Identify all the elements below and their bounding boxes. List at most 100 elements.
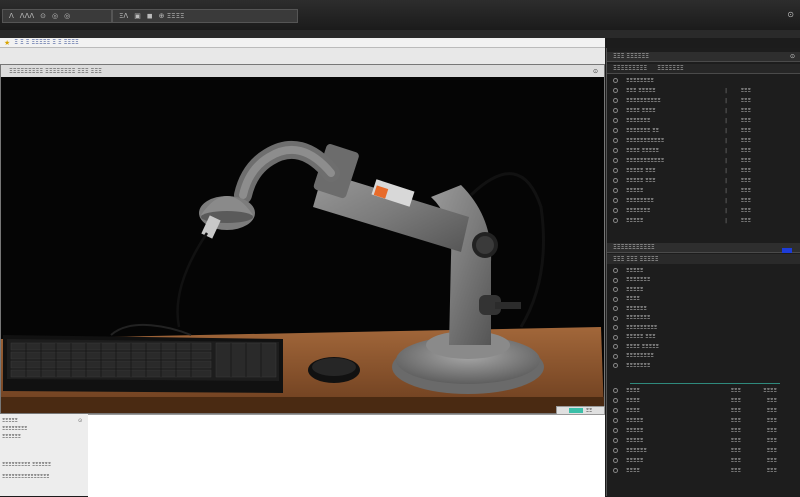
item-v1: |: [725, 187, 727, 194]
visibility-icon[interactable]: [613, 188, 618, 193]
list-item[interactable]: ΞΞΞΞΞΞ: [613, 304, 797, 313]
list-item[interactable]: ΞΞΞΞΞ | ΞΞΞ: [613, 216, 797, 225]
visibility-icon[interactable]: [613, 428, 618, 433]
visibility-icon[interactable]: [613, 128, 618, 133]
list-item[interactable]: ΞΞΞΞΞΞΞ: [613, 314, 797, 323]
toolbar-icon-6[interactable]: ΞΛ: [119, 12, 128, 20]
toolbar-icon-2[interactable]: ΛΛΛ: [20, 12, 34, 20]
list-item[interactable]: ΞΞΞΞΞΞΞΞ: [613, 76, 797, 85]
list-item[interactable]: ΞΞΞΞΞΞΞΞ: [613, 352, 797, 361]
panel-close-icon[interactable]: ⊙: [78, 418, 82, 424]
visibility-icon[interactable]: [613, 353, 618, 359]
list-item[interactable]: ΞΞΞΞΞΞΞ | ΞΞΞ: [613, 116, 797, 125]
toolbar-icon-3[interactable]: ⊙: [40, 12, 46, 20]
visibility-icon[interactable]: [613, 363, 618, 368]
list-item[interactable]: ΞΞΞΞ ΞΞΞΞΞ | ΞΞΞ: [613, 146, 797, 155]
list-item[interactable]: ΞΞΞ ΞΞΞΞΞ | ΞΞΞ: [613, 86, 797, 95]
item-v1: |: [725, 97, 727, 104]
list-item[interactable]: ΞΞΞΞΞ: [613, 285, 797, 294]
visibility-icon[interactable]: [613, 138, 618, 143]
right-panel: ΞΞΞ ΞΞΞΞΞΞ ⊙ ΞΞΞΞΞΞΞΞΞ ΞΞΞΞΞΞΞ ΞΞΞΞΞΞΞΞ Ξ…: [606, 48, 800, 496]
visibility-icon[interactable]: [613, 78, 618, 83]
toolbar-icon-4[interactable]: ◎: [52, 12, 58, 20]
visibility-icon[interactable]: [613, 438, 618, 443]
list-item[interactable]: ΞΞΞΞΞΞΞ ΞΞ | ΞΞΞ: [613, 126, 797, 135]
visibility-icon[interactable]: [613, 448, 618, 453]
list-item[interactable]: ΞΞΞΞΞΞΞΞΞΞΞ: [613, 386, 797, 395]
visibility-icon[interactable]: [613, 408, 618, 413]
item-v2: ΞΞΞ: [730, 427, 741, 434]
visibility-icon[interactable]: [613, 148, 618, 153]
visibility-icon[interactable]: [613, 458, 618, 463]
list-item[interactable]: ΞΞΞΞ ΞΞΞ ΞΞΞ: [613, 406, 797, 415]
list-item[interactable]: ΞΞΞΞΞΞΞ: [613, 276, 797, 285]
list-item[interactable]: ΞΞΞΞΞΞΞΞΞ: [613, 323, 797, 332]
toolbar-icon-8[interactable]: ◼: [147, 12, 153, 20]
list-item[interactable]: ΞΞΞΞΞΞΞ | ΞΞΞ: [613, 206, 797, 215]
visibility-icon[interactable]: [613, 268, 618, 273]
visibility-icon[interactable]: [613, 198, 618, 203]
visibility-icon[interactable]: [613, 398, 618, 403]
star-icon[interactable]: ★: [4, 39, 10, 47]
viewport[interactable]: ΞΞΞΞΞΞΞΞΞ ΞΞΞΞΞΞΞΞ ΞΞΞ ΞΞΞ ⊙: [0, 64, 605, 414]
outliner-col-2: ΞΞΞΞΞΞΞ: [657, 65, 684, 72]
list-item[interactable]: ΞΞΞΞΞ: [613, 266, 797, 275]
visibility-icon[interactable]: [613, 178, 618, 183]
list-item[interactable]: ΞΞΞΞ ΞΞΞ ΞΞΞ: [613, 466, 797, 475]
list-item[interactable]: ΞΞΞΞΞ ΞΞΞ | ΞΞΞ: [613, 166, 797, 175]
toolbar-icon-5[interactable]: ◎: [64, 12, 70, 20]
visibility-icon[interactable]: [613, 118, 618, 123]
item-name: ΞΞΞΞΞΞ: [626, 305, 647, 312]
toolbar-icon-9[interactable]: ⊕ ΞΞΞΞ: [159, 12, 185, 20]
properties-title: ΞΞΞΞΞΞΞΞΞΞΞ: [613, 244, 655, 251]
visibility-icon[interactable]: [613, 388, 618, 393]
visibility-icon[interactable]: [613, 306, 618, 311]
visibility-icon[interactable]: [613, 315, 618, 321]
list-item[interactable]: ΞΞΞΞΞ | ΞΞΞ: [613, 186, 797, 195]
item-v1: |: [725, 197, 727, 204]
item-v2: ΞΞΞ: [740, 117, 751, 124]
visibility-icon[interactable]: [613, 325, 618, 330]
address-bar[interactable]: ★ Ξ Ξ Ξ ΞΞΞΞΞ Ξ Ξ ΞΞΞΞ: [0, 38, 605, 48]
list-item[interactable]: ΞΞΞΞΞΞΞ: [613, 361, 797, 370]
list-item[interactable]: ΞΞΞΞΞ ΞΞΞ: [613, 333, 797, 342]
list-item[interactable]: ΞΞΞΞΞΞΞΞΞΞ | ΞΞΞ: [613, 96, 797, 105]
viewport-menu-icon[interactable]: ⊙: [593, 68, 598, 75]
list-item[interactable]: ΞΞΞΞΞΞΞΞΞΞΞ: [613, 416, 797, 425]
visibility-icon[interactable]: [613, 334, 618, 340]
settings-icon[interactable]: ⊙: [787, 10, 794, 19]
visibility-icon[interactable]: [613, 287, 618, 292]
visibility-icon[interactable]: [613, 168, 618, 173]
visibility-icon[interactable]: [613, 296, 618, 302]
toolbar-icon-7[interactable]: ▣: [134, 12, 141, 20]
item-name: ΞΞΞΞΞ: [626, 417, 644, 424]
list-item[interactable]: ΞΞΞΞΞΞΞΞΞΞΞ: [613, 436, 797, 445]
visibility-icon[interactable]: [613, 158, 618, 163]
visibility-icon[interactable]: [613, 98, 618, 103]
list-item[interactable]: ΞΞΞΞΞΞΞΞΞΞΞ: [613, 426, 797, 435]
viewport-header: ΞΞΞΞΞΞΞΞΞ ΞΞΞΞΞΞΞΞ ΞΞΞ ΞΞΞ ⊙: [1, 65, 604, 77]
visibility-icon[interactable]: [613, 277, 618, 283]
list-item[interactable]: ΞΞΞΞΞ ΞΞΞ | ΞΞΞ: [613, 176, 797, 185]
list-item[interactable]: ΞΞΞΞ ΞΞΞ ΞΞΞ: [613, 396, 797, 405]
visibility-icon[interactable]: [613, 88, 618, 93]
list-item[interactable]: ΞΞΞΞ ΞΞΞΞΞ: [613, 342, 797, 351]
list-item[interactable]: ΞΞΞΞΞΞΞΞ | ΞΞΞ: [613, 196, 797, 205]
list-item[interactable]: ΞΞΞΞ: [613, 295, 797, 304]
visibility-icon[interactable]: [613, 108, 618, 113]
list-item[interactable]: ΞΞΞΞ ΞΞΞΞ | ΞΞΞ: [613, 106, 797, 115]
list-item[interactable]: ΞΞΞΞΞΞΞΞΞΞΞ | ΞΞΞ: [613, 156, 797, 165]
visibility-icon[interactable]: [613, 344, 618, 349]
item-name: ΞΞΞΞ: [626, 407, 640, 414]
list-item[interactable]: ΞΞΞΞΞΞΞΞΞΞΞ: [613, 456, 797, 465]
visibility-icon[interactable]: [613, 418, 618, 423]
visibility-icon[interactable]: [613, 208, 618, 213]
list-item[interactable]: ΞΞΞΞΞΞΞΞΞΞΞ | ΞΞΞ: [613, 136, 797, 145]
toolbar-icon-1[interactable]: Λ: [9, 12, 14, 20]
item-v1: |: [725, 147, 727, 154]
list-item[interactable]: ΞΞΞΞΞΞ ΞΞΞ ΞΞΞ: [613, 446, 797, 455]
outliner-title: ΞΞΞ ΞΞΞΞΞΞ: [613, 53, 650, 60]
outliner-icon[interactable]: ⊙: [790, 53, 795, 60]
visibility-icon[interactable]: [613, 468, 618, 473]
visibility-icon[interactable]: [613, 218, 618, 223]
